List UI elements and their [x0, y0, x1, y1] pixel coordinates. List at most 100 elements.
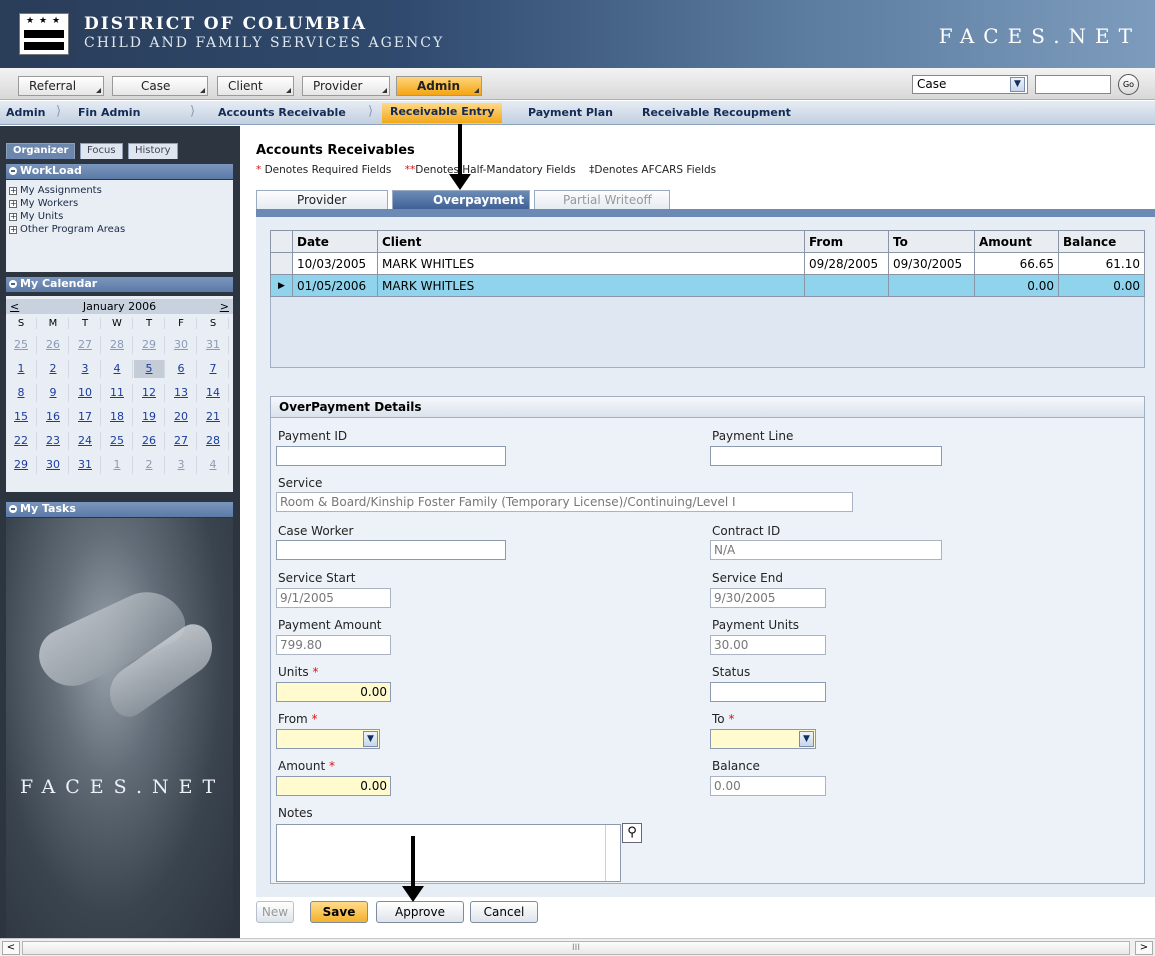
calendar-day[interactable]: 12 — [134, 384, 165, 402]
calendar-day[interactable]: 27 — [70, 336, 101, 354]
calendar-day[interactable]: 1 — [6, 360, 37, 378]
calendar-day[interactable]: 11 — [102, 384, 133, 402]
calendar-day[interactable]: 7 — [198, 360, 229, 378]
calendar-day[interactable]: 2 — [134, 456, 165, 474]
nav-provider[interactable]: Provider — [302, 76, 390, 96]
units-field[interactable]: 0.00 — [276, 682, 391, 702]
workload-item[interactable]: + My Workers — [9, 198, 78, 209]
workload-item[interactable]: + My Assignments — [9, 185, 102, 196]
scroll-right-icon[interactable]: > — [1135, 941, 1153, 955]
calendar-day[interactable]: 28 — [198, 432, 229, 450]
calendar-day[interactable]: 13 — [166, 384, 197, 402]
table-row-selected[interactable]: ▶ 01/05/2006 MARK WHITLES 0.00 0.00 — [270, 274, 1145, 297]
payment-units-field[interactable]: 30.00 — [710, 635, 826, 655]
calendar-day[interactable]: 10 — [70, 384, 101, 402]
calendar-day[interactable]: 29 — [134, 336, 165, 354]
nav-admin[interactable]: Admin — [396, 76, 482, 96]
calendar-day[interactable]: 26 — [134, 432, 165, 450]
calendar-day[interactable]: 1 — [102, 456, 133, 474]
amount-field[interactable]: 0.00 — [276, 776, 391, 796]
calendar-day[interactable]: 28 — [102, 336, 133, 354]
crumb-payment-plan[interactable]: Payment Plan — [528, 106, 613, 119]
calendar-day[interactable]: 29 — [6, 456, 37, 474]
calendar-day[interactable]: 14 — [198, 384, 229, 402]
search-input[interactable] — [1035, 75, 1111, 94]
status-field[interactable] — [710, 682, 826, 702]
tab-history[interactable]: History — [128, 143, 178, 159]
crumb-admin[interactable]: Admin — [6, 106, 45, 119]
payment-id-field[interactable] — [276, 446, 506, 466]
cancel-button[interactable]: Cancel — [470, 901, 538, 923]
service-start-field[interactable]: 9/1/2005 — [276, 588, 391, 608]
calendar-day[interactable]: 16 — [38, 408, 69, 426]
calendar-day[interactable]: 23 — [38, 432, 69, 450]
calendar-prev-button[interactable]: < — [10, 299, 19, 314]
tasks-header[interactable]: My Tasks — [6, 502, 233, 517]
from-select[interactable]: ▼ — [276, 729, 380, 749]
calendar-day[interactable]: 17 — [70, 408, 101, 426]
tab-provider[interactable]: Provider — [256, 190, 388, 209]
table-row[interactable]: 10/03/2005 MARK WHITLES 09/28/2005 09/30… — [270, 252, 1145, 275]
calendar-day[interactable]: 4 — [102, 360, 133, 378]
calendar-day[interactable]: 15 — [6, 408, 37, 426]
tab-organizer[interactable]: Organizer — [6, 143, 76, 159]
tab-overpayment[interactable]: Overpayment — [392, 190, 530, 209]
calendar-day[interactable]: 6 — [166, 360, 197, 378]
column-header-to[interactable]: To — [888, 230, 975, 253]
calendar-day[interactable]: 18 — [102, 408, 133, 426]
calendar-day[interactable]: 3 — [166, 456, 197, 474]
column-header-from[interactable]: From — [804, 230, 889, 253]
to-select[interactable]: ▼ — [710, 729, 816, 749]
service-field[interactable]: Room & Board/Kinship Foster Family (Temp… — [276, 492, 853, 512]
calendar-day[interactable]: 30 — [38, 456, 69, 474]
calendar-day[interactable]: 22 — [6, 432, 37, 450]
case-worker-field[interactable] — [276, 540, 506, 560]
go-button[interactable]: Go — [1118, 74, 1139, 95]
notes-scrollbar[interactable] — [605, 825, 620, 881]
nav-client[interactable]: Client — [217, 76, 294, 96]
new-button[interactable]: New — [256, 901, 294, 923]
workload-header[interactable]: WorkLoad — [6, 164, 233, 179]
calendar-day[interactable]: 25 — [6, 336, 37, 354]
balance-field[interactable]: 0.00 — [710, 776, 826, 796]
crumb-receivable-recoupment[interactable]: Receivable Recoupment — [642, 106, 791, 119]
calendar-header[interactable]: My Calendar — [6, 277, 233, 292]
calendar-day[interactable]: 20 — [166, 408, 197, 426]
service-end-field[interactable]: 9/30/2005 — [710, 588, 826, 608]
calendar-day[interactable]: 21 — [198, 408, 229, 426]
calendar-day[interactable]: 8 — [6, 384, 37, 402]
scroll-left-icon[interactable]: < — [2, 941, 20, 955]
nav-referral[interactable]: Referral — [18, 76, 104, 96]
crumb-fin-admin[interactable]: Fin Admin — [78, 106, 140, 119]
crumb-receivable-entry[interactable]: Receivable Entry — [382, 103, 503, 123]
calendar-day[interactable]: 26 — [38, 336, 69, 354]
column-header-balance[interactable]: Balance — [1058, 230, 1145, 253]
save-button[interactable]: Save — [310, 901, 368, 923]
tab-partial-writeoff[interactable]: Partial Writeoff — [534, 190, 670, 209]
calendar-day[interactable]: 25 — [102, 432, 133, 450]
horizontal-scrollbar[interactable]: < III > — [0, 938, 1155, 956]
search-type-select[interactable]: Case ▼ — [912, 75, 1028, 94]
calendar-day[interactable]: 2 — [38, 360, 69, 378]
column-header-client[interactable]: Client — [377, 230, 805, 253]
calendar-day[interactable]: 27 — [166, 432, 197, 450]
column-header-amount[interactable]: Amount — [974, 230, 1059, 253]
contract-id-field[interactable]: N/A — [710, 540, 942, 560]
notes-textarea[interactable] — [276, 824, 621, 882]
calendar-day[interactable]: 3 — [70, 360, 101, 378]
calendar-day[interactable]: 19 — [134, 408, 165, 426]
approve-button[interactable]: Approve — [376, 901, 464, 923]
calendar-day[interactable]: 4 — [198, 456, 229, 474]
magnifier-icon[interactable]: ⚲ — [622, 823, 642, 843]
scroll-thumb[interactable]: III — [22, 941, 1130, 955]
calendar-day[interactable]: 31 — [70, 456, 101, 474]
calendar-day[interactable]: 31 — [198, 336, 229, 354]
nav-case[interactable]: Case — [112, 76, 208, 96]
calendar-day[interactable]: 9 — [38, 384, 69, 402]
calendar-next-button[interactable]: > — [220, 299, 229, 314]
calendar-day[interactable]: 24 — [70, 432, 101, 450]
workload-item[interactable]: + Other Program Areas — [9, 224, 125, 235]
crumb-accounts-receivable[interactable]: Accounts Receivable — [218, 106, 346, 119]
column-header-date[interactable]: Date — [292, 230, 378, 253]
payment-amount-field[interactable]: 799.80 — [276, 635, 391, 655]
